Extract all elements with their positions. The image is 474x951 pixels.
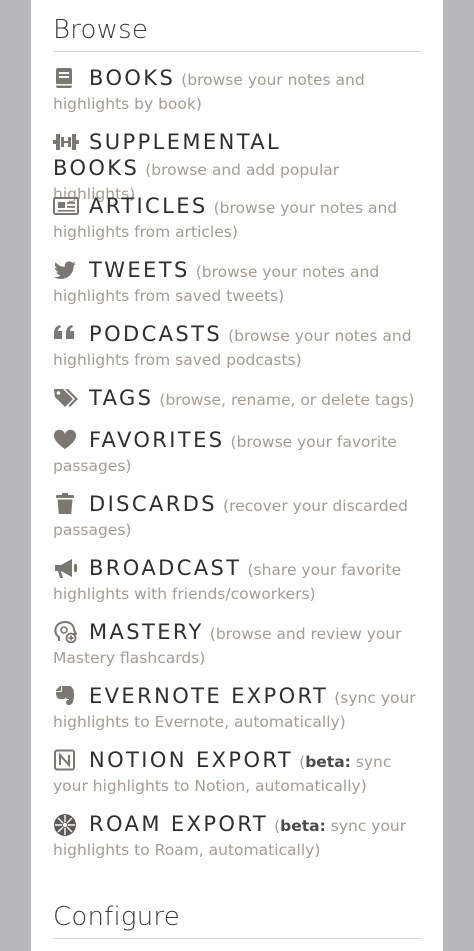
browse-divider [53,51,421,52]
heart-icon [53,429,79,451]
browse-item-roam-export[interactable]: ROAM EXPORT (beta: sync your highlights t… [53,812,425,862]
book-icon [53,67,79,89]
evernote-export-label: EVERNOTE EXPORT [89,684,329,708]
tweets-label: TWEETS [89,258,190,282]
browse-item-podcasts[interactable]: PODCASTS (browse your notes and highlight… [53,322,425,372]
browse-item-broadcast[interactable]: BROADCAST (share your favorite highlights… [53,556,425,606]
browse-item-favorites[interactable]: FAVORITES (browse your favorite passages) [53,428,425,478]
tags-icon [53,387,79,409]
articles-label: ARTICLES [89,194,208,218]
megaphone-icon [53,557,79,579]
quote-icon [53,323,79,345]
brain-icon [53,621,79,643]
roam-export-label: ROAM EXPORT [89,812,269,836]
broadcast-label: BROADCAST [89,556,242,580]
browse-item-evernote-export[interactable]: EVERNOTE EXPORT (sync your highlights to … [53,684,425,734]
evernote-icon [53,685,79,707]
browse-item-mastery[interactable]: MASTERY (browse and review your Mastery f… [53,620,425,670]
discards-label: DISCARDS [89,492,218,516]
browse-item-books[interactable]: BOOKS (browse your notes and highlights b… [53,66,425,116]
favorites-label: FAVORITES [89,428,225,452]
browse-item-tweets[interactable]: TWEETS (browse your notes and highlights … [53,258,425,308]
twitter-icon [53,259,79,281]
trash-icon [53,493,79,515]
dumbbell-icon [53,131,79,153]
browse-panel: Browse BOOKS (browse your notes and highl… [31,0,443,951]
tags-label: TAGS [89,386,154,410]
notion-icon [53,749,79,771]
notion-export-label: NOTION EXPORT [89,748,294,772]
podcasts-label: PODCASTS [89,322,223,346]
configure-divider [53,938,421,939]
browse-item-articles[interactable]: ARTICLES (browse your notes and highlight… [53,194,425,244]
roam-beta-tag: beta: [280,817,326,835]
browse-item-notion-export[interactable]: NOTION EXPORT (beta: sync your highlights… [53,748,425,798]
mastery-label: MASTERY [89,620,204,644]
books-label: BOOKS [89,66,176,90]
tags-description: (browse, rename, or delete tags) [159,391,415,409]
browse-heading: Browse [53,15,149,45]
configure-heading: Configure [53,902,180,932]
notion-beta-tag: beta: [305,753,351,771]
roam-icon [53,813,79,836]
newspaper-icon [53,195,79,217]
browse-item-discards[interactable]: DISCARDS (recover your discarded passages… [53,492,425,542]
browse-item-tags[interactable]: TAGS (browse, rename, or delete tags) [53,386,425,412]
